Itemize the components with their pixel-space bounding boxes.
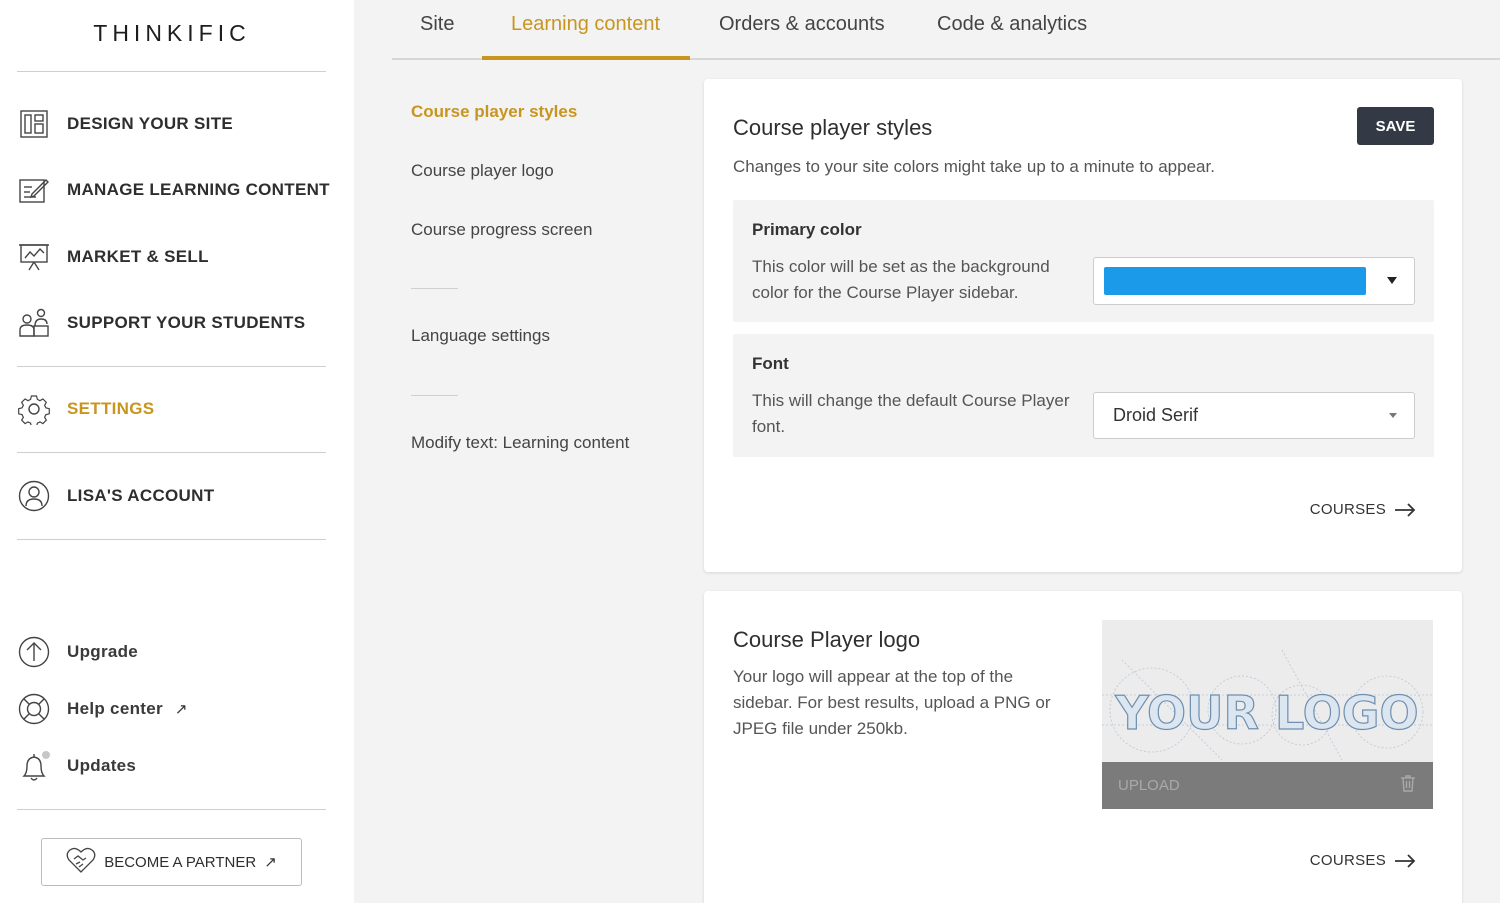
- tab-learning-content[interactable]: Learning content: [511, 0, 660, 60]
- tab-orders-accounts[interactable]: Orders & accounts: [719, 0, 885, 60]
- handshake-heart-icon: [66, 846, 96, 878]
- presentation-chart-icon: [17, 240, 51, 274]
- logo-placeholder-image: YOUR LOGO: [1102, 649, 1433, 761]
- edit-content-icon: [17, 173, 51, 207]
- layout-icon: [17, 107, 51, 141]
- sidebar-item-account[interactable]: LISA'S ACCOUNT: [17, 476, 337, 516]
- course-player-styles-card: Course player styles SAVE Changes to you…: [704, 79, 1462, 572]
- font-select[interactable]: Droid Serif: [1093, 392, 1415, 439]
- sidebar-item-design-your-site[interactable]: DESIGN YOUR SITE: [17, 104, 337, 144]
- logo-upload-box[interactable]: YOUR LOGO UPLOAD: [1102, 620, 1433, 809]
- subnav-divider: [411, 288, 458, 289]
- courses-link-label: COURSES: [1309, 501, 1386, 518]
- subnav-language-settings[interactable]: Language settings: [411, 326, 550, 346]
- upgrade-icon: [17, 635, 51, 669]
- sidebar-item-upgrade[interactable]: Upgrade: [17, 632, 337, 672]
- courses-link[interactable]: COURSES: [1310, 501, 1416, 518]
- logo-placeholder-text: YOUR LOGO: [1114, 686, 1418, 740]
- font-select-value: Droid Serif: [1113, 405, 1199, 425]
- sidebar-divider: [17, 452, 326, 453]
- courses-link[interactable]: COURSES: [1310, 852, 1416, 869]
- upload-bar: UPLOAD: [1102, 762, 1433, 809]
- sidebar-item-settings[interactable]: SETTINGS: [17, 389, 337, 429]
- become-partner-button[interactable]: BECOME A PARTNER ↗: [41, 838, 302, 886]
- panel-title: Primary color: [752, 220, 862, 239]
- tab-code-analytics[interactable]: Code & analytics: [937, 0, 1087, 60]
- sidebar-divider: [17, 366, 326, 367]
- sidebar-item-manage-learning-content[interactable]: MANAGE LEARNING CONTENT: [17, 170, 337, 210]
- primary-color-picker[interactable]: [1093, 257, 1415, 305]
- sidebar-item-label: SUPPORT YOUR STUDENTS: [67, 313, 306, 332]
- panel-title: Font: [752, 354, 789, 373]
- gear-icon: [17, 392, 51, 426]
- bell-icon: [17, 749, 51, 783]
- sidebar-item-label: LISA'S ACCOUNT: [67, 486, 215, 505]
- arrow-right-icon: [1395, 502, 1416, 517]
- card-subtitle: Changes to your site colors might take u…: [733, 157, 1215, 176]
- card-description: Your logo will appear at the top of the …: [733, 667, 1051, 738]
- subnav-course-player-styles[interactable]: Course player styles: [411, 102, 577, 122]
- sidebar-item-help-center[interactable]: Help center ↗: [17, 689, 337, 729]
- course-player-logo-card: Course Player logo Your logo will appear…: [704, 591, 1462, 903]
- subnav-course-player-logo[interactable]: Course player logo: [411, 161, 554, 181]
- panel-description: This color will be set as the background…: [752, 257, 1050, 302]
- sidebar-item-label: Upgrade: [67, 642, 139, 661]
- sidebar-item-updates[interactable]: Updates: [17, 746, 337, 786]
- sidebar-divider: [17, 539, 326, 540]
- card-title: Course Player logo: [733, 627, 921, 652]
- subnav-divider: [411, 395, 458, 396]
- external-link-icon: ↗: [174, 701, 188, 718]
- trash-icon[interactable]: [1400, 774, 1416, 797]
- caret-down-icon: [1389, 413, 1397, 418]
- partner-label: BECOME A PARTNER: [104, 853, 257, 871]
- students-icon: [17, 306, 51, 340]
- sidebar-item-market-sell[interactable]: MARKET & SELL: [17, 237, 337, 277]
- color-swatch: [1104, 267, 1366, 295]
- lifebuoy-icon: [17, 692, 51, 726]
- sidebar-item-label: SETTINGS: [67, 399, 155, 418]
- subnav-course-progress-screen[interactable]: Course progress screen: [411, 220, 592, 240]
- brand-logo[interactable]: THINKIFIC: [0, 20, 344, 47]
- sidebar: THINKIFIC DESIGN YOUR SITE MANAGE LEARNI…: [0, 0, 354, 903]
- sidebar-item-label: MARKET & SELL: [67, 247, 209, 266]
- upload-button[interactable]: UPLOAD: [1118, 777, 1180, 794]
- tab-site[interactable]: Site: [420, 0, 454, 60]
- arrow-right-icon: [1395, 853, 1416, 868]
- active-tab-indicator: [482, 56, 690, 60]
- font-panel: Font This will change the default Course…: [733, 334, 1434, 457]
- panel-description: This will change the default Course Play…: [752, 391, 1070, 436]
- caret-down-icon: [1387, 277, 1397, 284]
- user-icon: [17, 479, 51, 513]
- sidebar-item-label: Updates: [67, 756, 137, 775]
- sidebar-item-label: DESIGN YOUR SITE: [67, 114, 234, 133]
- sidebar-divider: [17, 71, 326, 72]
- save-button[interactable]: SAVE: [1357, 107, 1434, 145]
- subnav-modify-text[interactable]: Modify text: Learning content: [411, 433, 629, 453]
- sidebar-item-support-your-students[interactable]: SUPPORT YOUR STUDENTS: [17, 303, 337, 343]
- external-link-icon: ↗: [264, 854, 277, 871]
- sidebar-item-label: Help center: [67, 699, 163, 718]
- sidebar-item-label: MANAGE LEARNING CONTENT: [67, 180, 330, 199]
- primary-color-panel: Primary color This color will be set as …: [733, 200, 1434, 322]
- card-title: Course player styles: [733, 115, 933, 140]
- sidebar-divider: [17, 809, 326, 810]
- courses-link-label: COURSES: [1309, 852, 1386, 869]
